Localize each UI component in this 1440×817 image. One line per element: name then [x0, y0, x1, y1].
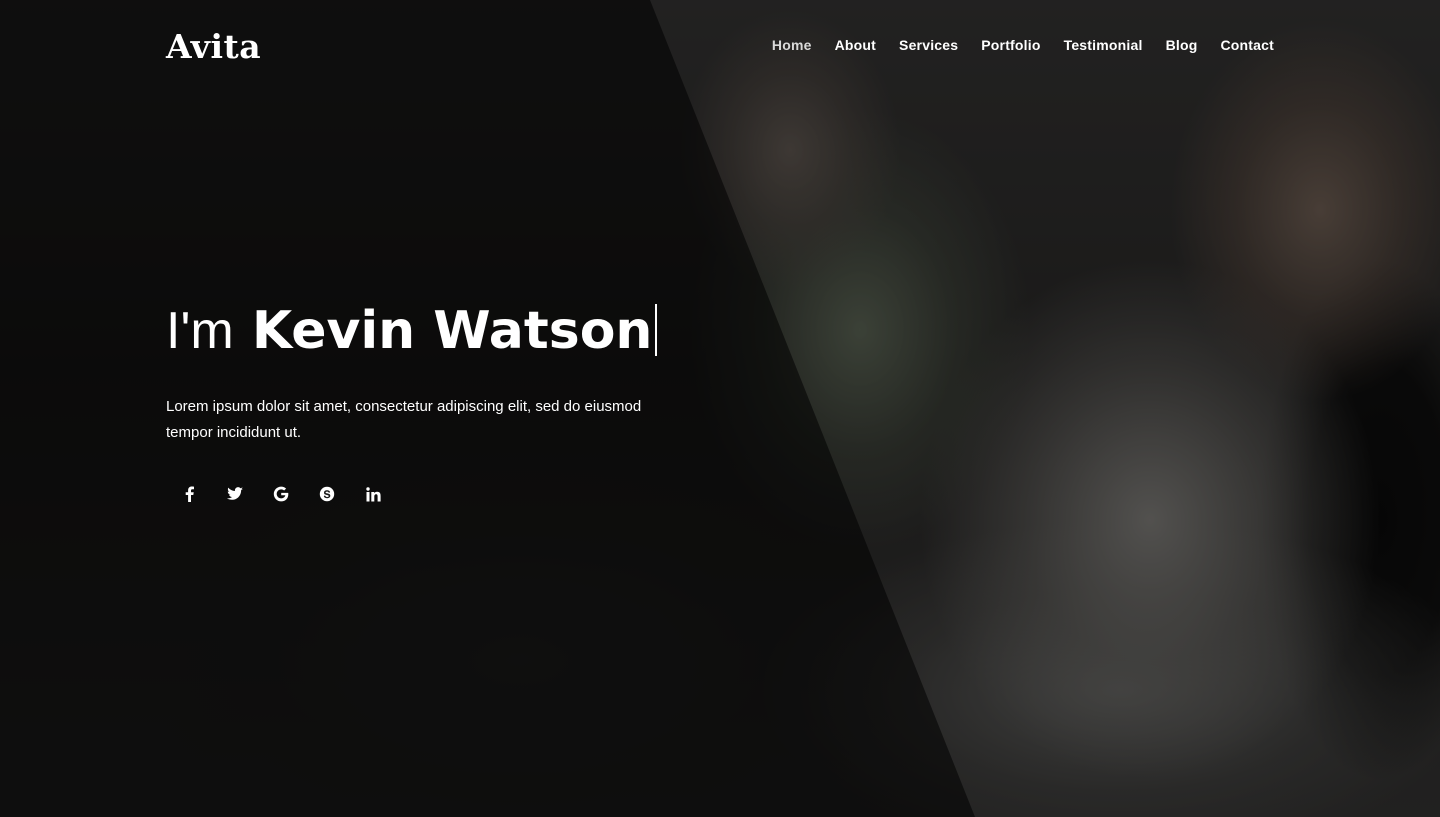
main-nav: Home About Services Portfolio Testimonia… — [772, 37, 1274, 55]
hero-content: I'm Kevin Watson Lorem ipsum dolor sit a… — [166, 296, 686, 508]
facebook-icon[interactable] — [166, 480, 212, 508]
nav-link-home[interactable]: Home — [772, 37, 812, 53]
nav-item-services: Services — [899, 37, 958, 55]
nav-item-about: About — [835, 37, 876, 55]
hero-section: Avita Home About Services Portfolio Test… — [0, 0, 1440, 817]
nav-link-about[interactable]: About — [835, 37, 876, 53]
hero-intro-text: Lorem ipsum dolor sit amet, consectetur … — [166, 398, 642, 441]
social-links — [166, 480, 686, 508]
nav-link-services[interactable]: Services — [899, 37, 958, 53]
nav-link-testimonial[interactable]: Testimonial — [1064, 37, 1143, 53]
hero-greeting: I'm — [166, 302, 234, 360]
hero-name: Kevin Watson — [251, 301, 653, 361]
nav-item-blog: Blog — [1166, 37, 1198, 55]
typing-cursor — [655, 304, 658, 356]
nav-link-blog[interactable]: Blog — [1166, 37, 1198, 53]
nav-link-contact[interactable]: Contact — [1220, 37, 1274, 53]
hero-headline: I'm Kevin Watson — [166, 296, 686, 366]
top-navbar: Avita Home About Services Portfolio Test… — [0, 0, 1440, 92]
nav-item-testimonial: Testimonial — [1064, 37, 1143, 55]
skype-icon[interactable] — [304, 480, 350, 508]
nav-item-contact: Contact — [1220, 37, 1274, 55]
nav-item-portfolio: Portfolio — [981, 37, 1040, 55]
nav-link-portfolio[interactable]: Portfolio — [981, 37, 1040, 53]
twitter-icon[interactable] — [212, 480, 258, 508]
linkedin-icon[interactable] — [350, 480, 396, 508]
site-logo[interactable]: Avita — [166, 27, 261, 66]
nav-item-home: Home — [772, 37, 812, 55]
google-icon[interactable] — [258, 480, 304, 508]
